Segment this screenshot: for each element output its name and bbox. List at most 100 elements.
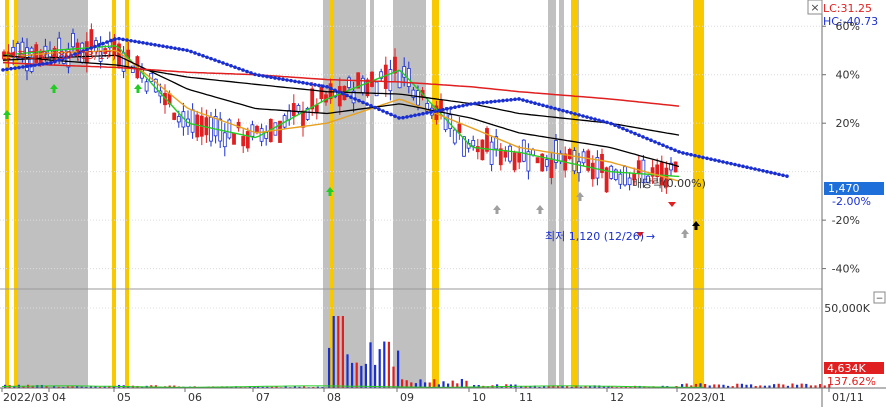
gray-band: [548, 0, 556, 388]
forecast-dot: [37, 62, 41, 67]
candle-body: [480, 139, 485, 161]
forecast-dot: [341, 91, 345, 96]
forecast-dot: [325, 85, 329, 89]
forecast-dot: [201, 54, 205, 58]
forecast-dot: [701, 155, 705, 160]
forecast-dot: [305, 81, 309, 86]
candle-body: [273, 122, 278, 136]
forecast-dot: [757, 168, 761, 172]
volume-bar: [328, 347, 331, 388]
forecast-dot: [493, 99, 497, 104]
forecast-dot: [681, 151, 685, 155]
x-axis-label: 2022/03: [3, 391, 49, 404]
x-axis-label: 12: [610, 391, 624, 404]
forecast-dot: [125, 38, 129, 42]
forecast-dot: [661, 143, 665, 148]
forecast-dot: [769, 170, 773, 175]
volume-bar: [782, 384, 785, 388]
volume-bar: [736, 383, 739, 388]
candle-body: [397, 70, 402, 89]
forecast-dot: [105, 40, 109, 44]
high-annotation: 최고 2,480 (03/17): [7, 49, 116, 62]
forecast-dot: [385, 110, 389, 115]
forecast-dot: [189, 49, 193, 54]
volume-bar: [777, 383, 780, 388]
forecast-dot: [109, 38, 113, 43]
candle-body: [319, 86, 324, 100]
forecast-dot: [165, 45, 169, 49]
forecast-dot: [261, 74, 265, 78]
forecast-dot: [453, 105, 457, 110]
forecast-dot: [177, 47, 181, 51]
forecast-dot: [437, 108, 441, 113]
minus-icon[interactable]: −: [876, 294, 884, 304]
volume-bar: [819, 384, 822, 388]
forecast-dot: [529, 100, 533, 104]
forecast-dot: [233, 65, 237, 70]
forecast-dot: [577, 113, 581, 117]
forecast-dot: [113, 37, 117, 41]
forecast-dot: [217, 59, 221, 64]
forecast-dot: [445, 107, 449, 111]
forecast-dot: [469, 102, 473, 106]
candle-body: [337, 86, 342, 107]
lc-readout: LC:31.25: [823, 2, 872, 15]
forecast-dot: [717, 159, 721, 163]
gray-band: [559, 0, 564, 388]
forecast-dot: [609, 121, 613, 126]
forecast-dot: [621, 126, 625, 131]
forecast-dot: [605, 120, 609, 125]
forecast-dot: [549, 105, 553, 110]
forecast-dot: [637, 133, 641, 138]
candle-body: [71, 33, 75, 48]
forecast-dot: [101, 41, 105, 46]
forecast-dot: [197, 52, 201, 57]
forecast-dot: [433, 109, 437, 114]
candle-body: [393, 56, 397, 74]
forecast-dot: [441, 107, 445, 112]
forecast-dot: [509, 97, 513, 102]
volume-bar: [713, 384, 716, 388]
forecast-dot: [321, 84, 325, 88]
forecast-dot: [525, 99, 529, 103]
forecast-dot: [705, 156, 709, 161]
price-tick-label: 40%: [836, 69, 860, 82]
forecast-dot: [677, 150, 681, 154]
forecast-dot: [285, 78, 289, 82]
forecast-dot: [129, 38, 133, 43]
forecast-dot: [153, 43, 157, 47]
volume-bar: [740, 383, 743, 388]
close-button[interactable]: ×: [807, 0, 823, 15]
forecast-dot: [589, 116, 593, 120]
volume-bar: [332, 316, 335, 388]
forecast-dot: [133, 39, 137, 44]
collapse-button[interactable]: −: [873, 291, 886, 304]
chart-canvas: LC:31.25 HC:-40.73 × − 60%40%20%-20%-40%…: [0, 0, 886, 407]
forecast-dot: [641, 135, 645, 139]
candle-body: [452, 129, 457, 144]
candle-body: [535, 157, 540, 164]
candle-body: [554, 140, 558, 163]
x-axis-label: 2023/01: [680, 391, 726, 404]
forecast-dot: [613, 123, 617, 128]
forecast-dot: [733, 162, 737, 167]
x-axis-label: 10: [472, 391, 486, 404]
x-axis-label: 01/11: [832, 391, 864, 404]
low-arrow-icon: →: [646, 230, 655, 243]
forecast-dot: [353, 97, 357, 101]
candle-body: [448, 114, 453, 129]
forecast-dot: [21, 65, 25, 69]
forecast-dot: [213, 58, 217, 62]
volume-bar: [387, 341, 390, 388]
forecast-dot: [265, 74, 269, 79]
candle-body: [144, 81, 149, 92]
candle-body: [89, 29, 94, 50]
close-icon[interactable]: ×: [810, 1, 819, 14]
high-label: 최고 2,480 (03/17): [17, 49, 116, 62]
forecast-dot: [237, 66, 241, 71]
forecast-dot: [541, 103, 545, 108]
candle-body: [544, 159, 549, 167]
forecast-dot: [461, 103, 465, 108]
volume-bar: [750, 384, 753, 388]
volume-bar: [433, 379, 436, 388]
